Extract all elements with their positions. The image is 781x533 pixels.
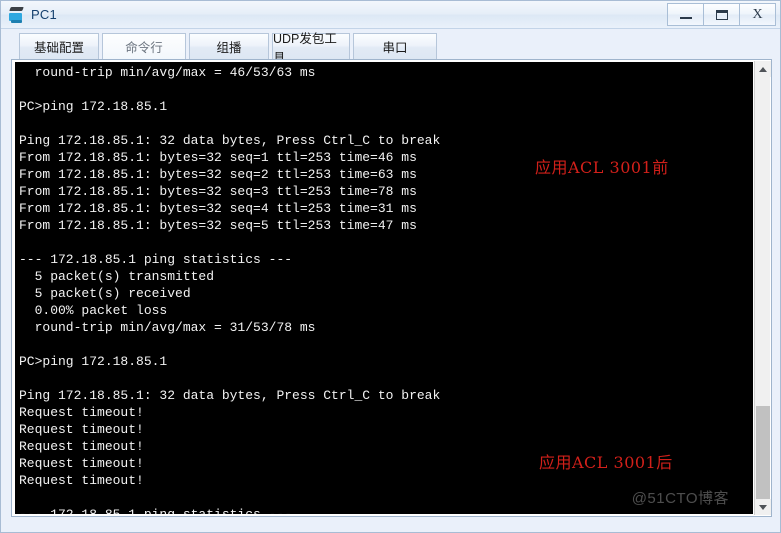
tab-strip: 基础配置 命令行 组播 UDP发包工具 串口 (1, 29, 780, 65)
terminal-output: round-trip min/avg/max = 46/53/63 ms PC>… (19, 64, 753, 514)
scroll-up-arrow-icon[interactable] (755, 61, 771, 77)
close-button[interactable]: X (739, 3, 776, 26)
tab-multicast[interactable]: 组播 (189, 33, 269, 59)
minimize-icon (679, 17, 692, 19)
terminal-line: 0.00% packet loss (19, 303, 168, 318)
pc1-window: PC1 X 基础配置 命令行 组播 UDP发包工具 串口 round-trip … (0, 0, 781, 533)
tab-udp-tool[interactable]: UDP发包工具 (272, 32, 350, 65)
terminal-line: Request timeout! (19, 405, 144, 420)
terminal-line: PC>ping 172.18.85.1 (19, 99, 168, 114)
terminal-line: Ping 172.18.85.1: 32 data bytes, Press C… (19, 133, 441, 148)
window-title: PC1 (31, 7, 57, 22)
tab-label: 命令行 (125, 41, 163, 55)
tab-label: 基础配置 (33, 41, 84, 55)
terminal-line: From 172.18.85.1: bytes=32 seq=3 ttl=253… (19, 184, 417, 199)
terminal-line: round-trip min/avg/max = 31/53/78 ms (19, 320, 316, 335)
tab-label: 串口 (382, 41, 408, 55)
scrollbar-thumb[interactable] (756, 406, 770, 502)
terminal-line: round-trip min/avg/max = 46/53/63 ms (19, 65, 316, 80)
terminal-line: --- 172.18.85.1 ping statistics --- (19, 506, 753, 514)
tab-serial-port[interactable]: 串口 (353, 33, 437, 59)
terminal-scrollbar[interactable] (754, 61, 771, 515)
terminal-line: --- 172.18.85.1 ping statistics --- (19, 252, 293, 267)
tab-basic-config[interactable]: 基础配置 (19, 33, 99, 59)
annotation-after-acl: 应用ACL 3001后 (539, 453, 673, 472)
tab-command-line[interactable]: 命令行 (102, 33, 186, 59)
maximize-icon (715, 9, 728, 20)
terminal-panel: round-trip min/avg/max = 46/53/63 ms PC>… (11, 59, 772, 517)
terminal-line: 5 packet(s) transmitted (19, 269, 215, 284)
close-icon: X (752, 6, 763, 22)
window-controls: X (667, 3, 776, 26)
router-pc-icon (7, 5, 27, 25)
minimize-button[interactable] (667, 3, 704, 26)
terminal-line: Ping 172.18.85.1: 32 data bytes, Press C… (19, 388, 441, 403)
terminal-line: Request timeout! (19, 422, 144, 437)
tab-label: 组播 (216, 41, 242, 55)
annotation-before-acl: 应用ACL 3001前 (535, 158, 669, 177)
title-bar: PC1 X (1, 1, 780, 29)
terminal-line: Request timeout! (19, 473, 144, 488)
scroll-down-arrow-icon[interactable] (755, 499, 771, 515)
terminal-line: From 172.18.85.1: bytes=32 seq=5 ttl=253… (19, 218, 417, 233)
terminal-line: PC>ping 172.18.85.1 (19, 354, 168, 369)
terminal-line: 5 packet(s) received (19, 286, 191, 301)
maximize-button[interactable] (703, 3, 740, 26)
terminal-line: From 172.18.85.1: bytes=32 seq=4 ttl=253… (19, 201, 417, 216)
terminal-console[interactable]: round-trip min/avg/max = 46/53/63 ms PC>… (15, 62, 753, 514)
